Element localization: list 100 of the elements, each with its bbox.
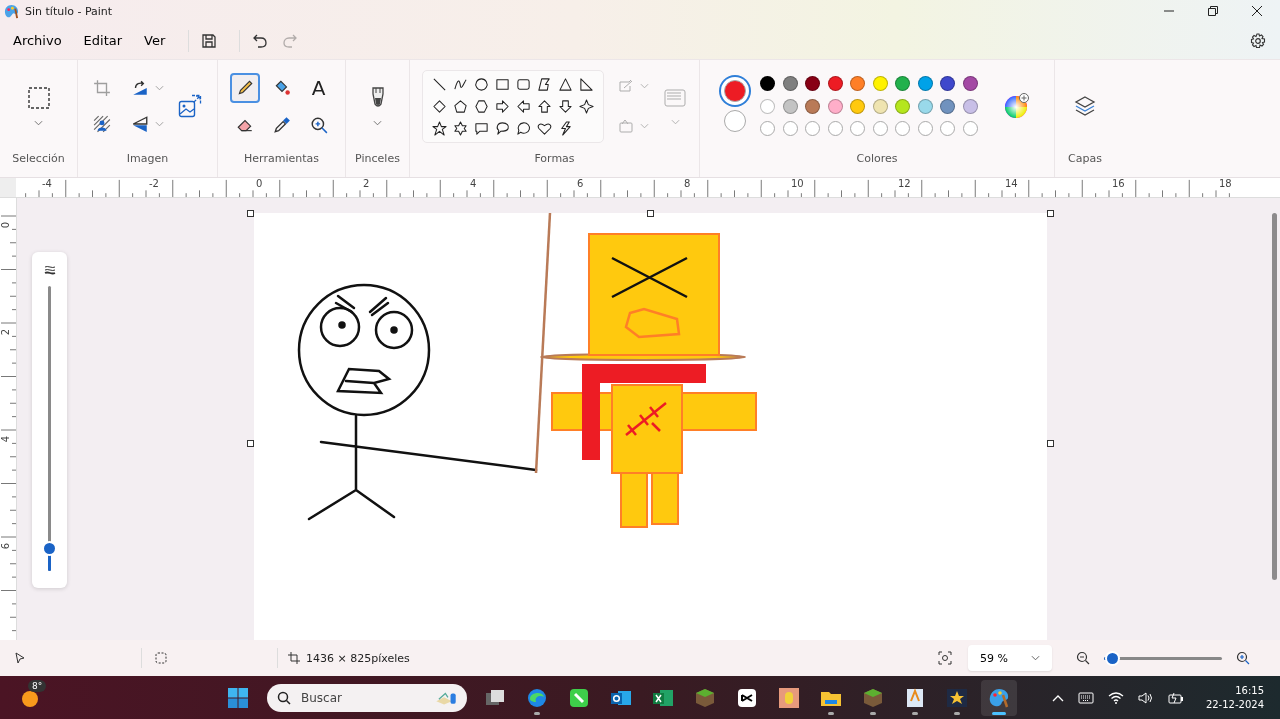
vertical-scrollbar[interactable] <box>1272 213 1277 580</box>
resize-image-icon[interactable] <box>178 94 202 118</box>
color-swatch[interactable] <box>917 76 933 91</box>
six-point-star-icon[interactable] <box>453 120 468 136</box>
clock-date[interactable]: 22-12-2024 <box>1205 697 1264 712</box>
empty-color-slot[interactable] <box>962 121 978 136</box>
color-swatch[interactable] <box>805 76 821 91</box>
empty-color-slot[interactable] <box>940 121 956 136</box>
polygon-icon[interactable] <box>537 76 552 92</box>
right-arrow-icon[interactable] <box>495 98 510 114</box>
color-swatch[interactable] <box>782 76 798 91</box>
rotate-icon[interactable] <box>131 79 149 97</box>
wifi-icon[interactable] <box>1107 689 1124 706</box>
speech-bubble-icon[interactable] <box>474 120 489 136</box>
color-swatch[interactable] <box>962 98 978 114</box>
color-swatch[interactable] <box>782 98 798 114</box>
color-swatch[interactable] <box>805 98 821 114</box>
canvas-dimensions: 1436 × 825píxeles <box>306 651 410 665</box>
left-arrow-icon[interactable] <box>516 98 531 114</box>
color-swatch[interactable] <box>962 76 978 91</box>
empty-color-slot[interactable] <box>872 121 888 136</box>
resize-handle[interactable] <box>247 210 254 217</box>
secondary-color-swatch[interactable] <box>724 110 747 132</box>
slider-thumb[interactable] <box>44 543 55 555</box>
menu-item[interactable]: Editar <box>74 27 132 54</box>
save-icon[interactable] <box>201 32 218 49</box>
lightning-icon[interactable] <box>558 120 573 136</box>
round-callout-icon[interactable] <box>516 120 531 136</box>
color-swatch[interactable] <box>872 98 888 114</box>
color-swatch[interactable] <box>895 98 911 114</box>
rectangular-selection-icon[interactable] <box>26 86 51 110</box>
empty-color-slot[interactable] <box>895 121 911 136</box>
clock-time[interactable]: 16:15 <box>1235 683 1264 698</box>
color-swatch[interactable] <box>940 98 956 114</box>
group-label: Pinceles <box>355 152 400 167</box>
color-swatch[interactable] <box>940 76 956 91</box>
heart-icon[interactable] <box>537 120 552 136</box>
oval-callout-icon[interactable] <box>495 120 510 136</box>
right-triangle-icon[interactable] <box>579 76 594 92</box>
five-point-star-icon[interactable] <box>432 120 447 136</box>
hexagon-icon[interactable] <box>474 98 489 114</box>
down-arrow-icon[interactable] <box>558 98 573 114</box>
pencil-tool-button[interactable] <box>229 72 260 103</box>
rectangle-icon[interactable] <box>495 76 510 92</box>
canvas-size-icon <box>288 652 300 664</box>
search-field[interactable]: Buscar <box>299 689 427 706</box>
color-swatch[interactable] <box>850 98 866 114</box>
diamond-icon[interactable] <box>432 98 447 114</box>
up-arrow-icon[interactable] <box>537 98 552 114</box>
zoom-in-icon[interactable] <box>1236 651 1250 665</box>
start-icon[interactable] <box>227 686 249 709</box>
taskbar-app-button[interactable] <box>981 679 1017 716</box>
ruler-label: 2 <box>363 178 371 190</box>
zoom-dropdown[interactable]: 59 % <box>968 645 1052 671</box>
empty-color-slot[interactable] <box>850 121 866 136</box>
four-point-star-icon[interactable] <box>579 98 594 114</box>
empty-color-slot[interactable] <box>782 121 798 136</box>
group-label: Colores <box>856 152 898 167</box>
search-box[interactable]: Buscar <box>267 683 467 712</box>
triangle-icon[interactable] <box>558 76 573 92</box>
volume-icon[interactable] <box>1137 689 1154 706</box>
settings-icon[interactable] <box>1250 32 1266 49</box>
empty-color-slot[interactable] <box>760 121 776 136</box>
line-icon[interactable] <box>432 76 447 92</box>
restore-icon[interactable] <box>1208 6 1218 16</box>
color-swatch[interactable] <box>917 98 933 114</box>
resize-handle[interactable] <box>647 210 654 217</box>
menu-item[interactable]: Ver <box>135 27 175 54</box>
color-swatch[interactable] <box>895 76 911 91</box>
flip-icon[interactable] <box>131 115 149 133</box>
zoom-out-icon[interactable] <box>1076 651 1090 665</box>
selection-size-icon <box>155 652 167 664</box>
color-wheel-icon[interactable] <box>1003 93 1030 119</box>
resize-handle[interactable] <box>1047 210 1054 217</box>
group-label: Formas <box>534 152 575 167</box>
undo-icon[interactable] <box>252 32 269 49</box>
running-indicator <box>992 711 1006 715</box>
caret-icon[interactable] <box>34 120 43 126</box>
color-swatch[interactable] <box>827 98 843 114</box>
slider-thumb[interactable] <box>1107 652 1119 664</box>
menu-item[interactable]: Archivo <box>4 27 71 54</box>
fit-to-window-icon[interactable] <box>938 651 952 665</box>
color-swatch[interactable] <box>760 98 776 114</box>
caret-icon[interactable] <box>373 120 382 126</box>
keyboard-icon[interactable] <box>1077 689 1094 706</box>
empty-color-slot[interactable] <box>805 121 821 136</box>
color-swatch[interactable] <box>827 76 843 91</box>
empty-color-slot[interactable] <box>827 121 843 136</box>
resize-handle[interactable] <box>1047 440 1054 447</box>
color-swatch[interactable] <box>760 76 776 91</box>
close-icon[interactable] <box>1252 6 1262 16</box>
remove-background-icon[interactable] <box>93 115 111 133</box>
empty-color-slot[interactable] <box>917 121 933 136</box>
canvas-page[interactable] <box>254 213 1047 640</box>
color-swatch[interactable] <box>872 76 888 91</box>
color-swatch[interactable] <box>850 76 866 91</box>
resize-handle[interactable] <box>247 440 254 447</box>
layers-icon[interactable] <box>1073 94 1097 118</box>
text-tool-button[interactable]: A <box>303 72 334 103</box>
pentagon-icon[interactable] <box>453 98 468 114</box>
